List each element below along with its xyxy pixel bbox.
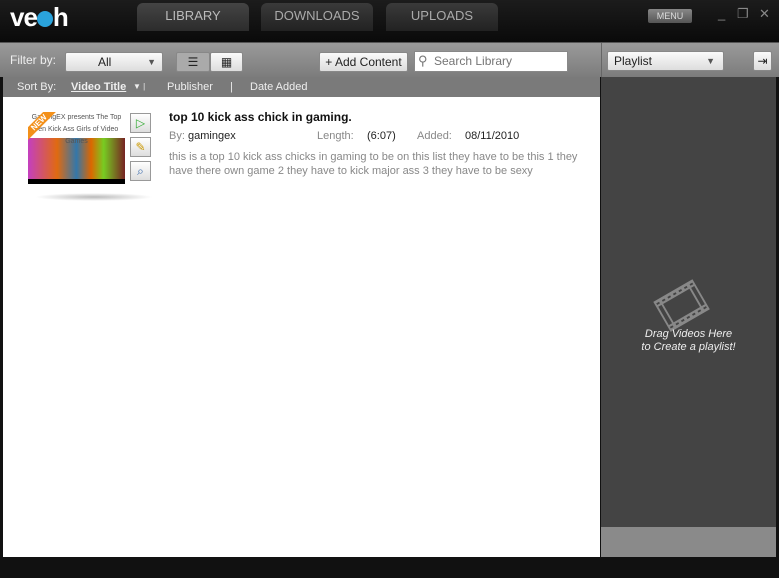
video-title[interactable]: top 10 kick ass chick in gaming. xyxy=(169,110,352,124)
added-date: 08/11/2010 xyxy=(465,130,520,142)
list-view-button[interactable]: ☰ xyxy=(176,52,210,72)
search-box[interactable]: ⚲ xyxy=(414,51,568,72)
restore-button[interactable]: ❐ xyxy=(737,6,749,22)
playlist-dropdown[interactable]: Playlist ▼ xyxy=(607,51,724,71)
sort-desc-icon: ▼ | xyxy=(133,82,146,91)
exit-icon: ⇥ xyxy=(757,54,768,68)
list-icon: ☰ xyxy=(187,55,199,69)
playlist-footer xyxy=(601,527,776,557)
length: (6:07) xyxy=(367,130,396,142)
search-icon: ⚲ xyxy=(418,53,428,68)
added-label: Added: xyxy=(417,130,452,142)
tab-downloads[interactable]: DOWNLOADS xyxy=(261,3,373,31)
pencil-icon: ✎ xyxy=(135,140,146,154)
separator: | xyxy=(230,81,233,93)
video-thumbnail[interactable]: GamingEX presents The Top Ten Kick Ass G… xyxy=(28,112,125,184)
library-list: GamingEX presents The Top Ten Kick Ass G… xyxy=(3,97,600,557)
toolbar: Filter by: All ▼ ☰ ▦ + Add Content ⚲ Play… xyxy=(0,42,779,78)
details-button[interactable]: ⌕ xyxy=(130,161,151,181)
playlist-hint-1: Drag Videos Here xyxy=(644,328,733,340)
close-button[interactable]: ✕ xyxy=(759,6,770,22)
chevron-down-icon: ▼ xyxy=(706,56,715,66)
video-description: this is a top 10 kick ass chicks in gami… xyxy=(169,151,578,177)
sort-date-added[interactable]: Date Added xyxy=(250,81,308,93)
menu-button[interactable]: MENU xyxy=(648,9,692,23)
collapse-panel-button[interactable]: ⇥ xyxy=(753,51,772,71)
by-label: By: xyxy=(169,130,185,142)
edit-button[interactable]: ✎ xyxy=(130,137,151,157)
divider xyxy=(601,43,602,78)
veoh-logo: ve h xyxy=(10,2,69,32)
length-label: Length: xyxy=(317,130,354,142)
minimize-button[interactable]: _ xyxy=(718,6,725,21)
sort-bar: Sort By: Video Title ▼ | Publisher | Dat… xyxy=(3,77,600,97)
filter-label: Filter by: xyxy=(10,53,57,67)
title-bar: ve h LIBRARY DOWNLOADS UPLOADS MENU _ ❐ ✕ xyxy=(0,0,779,42)
add-content-button[interactable]: + Add Content xyxy=(319,52,408,72)
search-input[interactable] xyxy=(434,54,564,68)
filter-value: All xyxy=(98,55,112,69)
grid-icon: ▦ xyxy=(220,55,233,69)
playlist-value: Playlist xyxy=(614,54,653,68)
sort-video-title[interactable]: Video Title xyxy=(71,81,126,93)
tab-library[interactable]: LIBRARY xyxy=(137,3,249,31)
chevron-down-icon: ▼ xyxy=(147,57,156,67)
status-bar xyxy=(0,557,779,578)
playlist-panel[interactable]: 🎞 Drag Videos Here to Create a playlist! xyxy=(601,77,776,527)
magnify-icon: ⌕ xyxy=(137,164,144,178)
sort-publisher[interactable]: Publisher xyxy=(167,81,213,93)
thumbnail-shadow xyxy=(35,193,153,201)
play-button[interactable]: ▷ xyxy=(130,113,151,133)
sort-label: Sort By: xyxy=(17,81,57,93)
playlist-hint-2: to Create a playlist! xyxy=(641,341,736,353)
tab-uploads[interactable]: UPLOADS xyxy=(386,3,498,31)
publisher[interactable]: gamingex xyxy=(188,130,236,142)
grid-view-button[interactable]: ▦ xyxy=(210,52,243,72)
play-icon: ▷ xyxy=(135,116,146,130)
filter-dropdown[interactable]: All ▼ xyxy=(65,52,163,72)
